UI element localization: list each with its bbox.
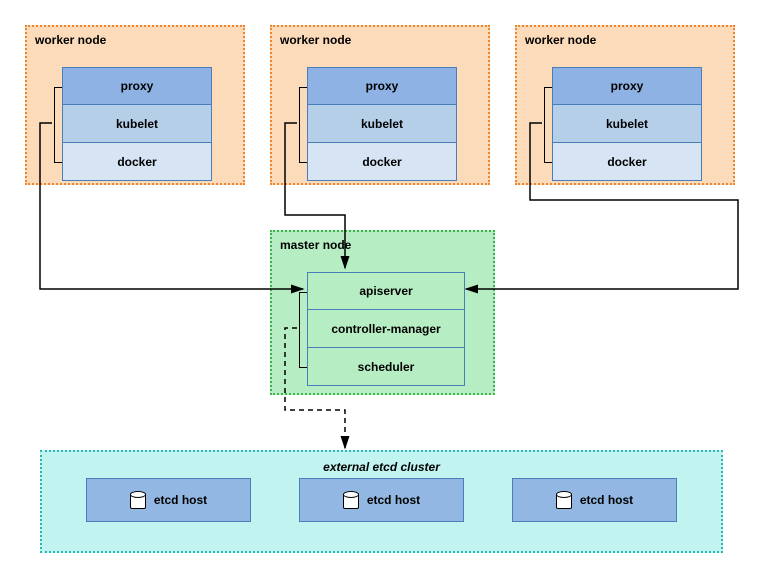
etcd-cluster: external etcd cluster etcd host etcd hos… [40,450,723,553]
etcd-host-label: etcd host [367,493,420,507]
worker-stack: proxy kubelet docker [62,67,212,181]
worker-node-2: worker node proxy kubelet docker [270,25,490,185]
bracket-icon [299,292,307,368]
master-node: master node apiserver controller-manager… [270,230,495,395]
proxy-box: proxy [62,67,212,105]
bracket-icon [544,87,552,163]
worker-node-title: worker node [272,27,488,51]
etcd-host: etcd host [86,478,251,522]
database-icon [130,491,144,509]
etcd-hosts: etcd host etcd host etcd host [42,478,721,522]
master-node-title: master node [272,232,493,256]
docker-box: docker [62,143,212,181]
worker-node-title: worker node [517,27,733,51]
etcd-host-label: etcd host [154,493,207,507]
bracket-icon [299,87,307,163]
kubelet-box: kubelet [552,105,702,143]
master-stack: apiserver controller-manager scheduler [307,272,465,386]
kubelet-box: kubelet [307,105,457,143]
etcd-host: etcd host [512,478,677,522]
database-icon [556,491,570,509]
etcd-cluster-title: external etcd cluster [42,452,721,478]
apiserver-box: apiserver [307,272,465,310]
database-icon [343,491,357,509]
proxy-box: proxy [552,67,702,105]
controller-manager-box: controller-manager [307,310,465,348]
bracket-icon [54,87,62,163]
worker-stack: proxy kubelet docker [307,67,457,181]
etcd-host-label: etcd host [580,493,633,507]
kubelet-box: kubelet [62,105,212,143]
worker-node-1: worker node proxy kubelet docker [25,25,245,185]
etcd-host: etcd host [299,478,464,522]
scheduler-box: scheduler [307,348,465,386]
proxy-box: proxy [307,67,457,105]
worker-stack: proxy kubelet docker [552,67,702,181]
worker-node-3: worker node proxy kubelet docker [515,25,735,185]
docker-box: docker [552,143,702,181]
docker-box: docker [307,143,457,181]
worker-node-title: worker node [27,27,243,51]
